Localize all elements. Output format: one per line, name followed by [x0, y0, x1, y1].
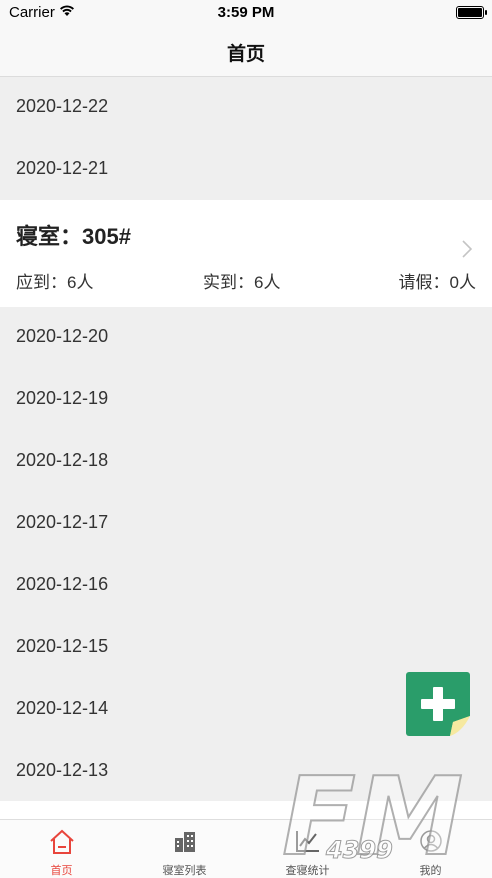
date-label: 2020-12-13 — [16, 760, 109, 780]
date-row[interactable]: 2020-12-21 — [0, 139, 492, 201]
date-row[interactable]: 2020-12-18 — [0, 431, 492, 493]
date-row[interactable]: 2020-12-22 — [0, 77, 492, 139]
date-label: 2020-12-18 — [16, 450, 109, 470]
date-row[interactable]: 2020-12-17 — [0, 493, 492, 555]
room-card[interactable]: 寝室：305# 应到：6人 实到：6人 请假：0人 — [0, 200, 492, 307]
room-name: 寝室：305# — [16, 224, 131, 249]
tab-label: 寝室列表 — [162, 865, 207, 877]
status-time: 3:59 PM — [217, 4, 275, 21]
watermark-logo: FM 4399 — [281, 762, 464, 874]
add-record-button[interactable] — [406, 672, 470, 736]
page-title: 首页 — [226, 44, 265, 65]
battery-icon — [456, 6, 487, 19]
leave-count: 请假：0人 — [398, 273, 476, 292]
date-label: 2020-12-17 — [16, 512, 109, 532]
date-label: 2020-12-22 — [16, 96, 109, 116]
date-label: 2020-12-16 — [16, 574, 109, 594]
date-label: 2020-12-14 — [16, 698, 109, 718]
add-note-icon — [406, 672, 470, 736]
date-label: 2020-12-15 — [16, 636, 109, 656]
tab-room-list[interactable]: 寝室列表 — [123, 820, 246, 878]
tab-home[interactable]: 首页 — [0, 820, 123, 878]
status-bar: Carrier 3:59 PM — [0, 0, 492, 26]
date-row[interactable]: 2020-12-16 — [0, 555, 492, 617]
tab-label: 首页 — [50, 865, 73, 877]
expected-count: 应到：6人 — [16, 273, 94, 292]
building-icon — [174, 832, 195, 852]
date-label: 2020-12-20 — [16, 326, 109, 346]
actual-count: 实到：6人 — [203, 273, 281, 292]
home-icon — [49, 829, 74, 854]
watermark-subtext: 4399 — [325, 836, 393, 864]
date-row[interactable]: 2020-12-19 — [0, 369, 492, 431]
chevron-right-icon — [462, 240, 472, 258]
navigation-bar: 首页 — [0, 26, 492, 77]
date-row[interactable]: 2020-12-15 — [0, 617, 492, 679]
date-label: 2020-12-21 — [16, 158, 109, 178]
date-label: 2020-12-19 — [16, 388, 109, 408]
date-row[interactable]: 2020-12-20 — [0, 307, 492, 369]
